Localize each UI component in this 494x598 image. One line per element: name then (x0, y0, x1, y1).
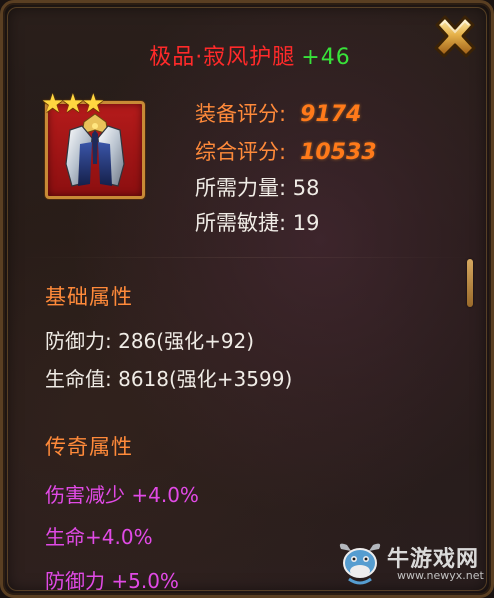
close-x-icon[interactable] (427, 11, 483, 67)
item-name: 极品·寂风护腿 (149, 45, 296, 70)
required-strength: 所需力量: 58 (195, 176, 320, 200)
equip-score-value: 9174 (300, 102, 362, 127)
required-agility: 所需敏捷: 19 (195, 211, 320, 235)
base-attribute-line: 防御力: 286(强化+92) (45, 329, 255, 353)
base-attributes-title: 基础属性 (45, 285, 133, 309)
legend-attribute-line: 防御力 +5.0% (45, 569, 179, 593)
total-score-value: 10533 (300, 140, 377, 165)
scrollbar-thumb[interactable] (467, 259, 473, 307)
base-attribute-line: 生命值: 8618(强化+3599) (45, 367, 293, 391)
legend-attribute-line: 生命+4.0% (45, 525, 153, 549)
equip-score-row: 装备评分: 9174 (195, 101, 361, 128)
site-watermark: 牛游戏网 www.newyx.net (335, 537, 485, 589)
legend-attributes-title: 传奇属性 (45, 435, 133, 459)
watermark-url: www.newyx.net (397, 569, 484, 582)
total-score-label: 综合评分: (195, 140, 287, 164)
item-enhance-level: +46 (301, 45, 351, 70)
equip-score-label: 装备评分: (195, 102, 287, 126)
cow-logo-icon (339, 543, 381, 585)
item-detail-panel: 极品·寂风护腿 +46 ★★★ 装备评分: 9174 综合评分: 10533 所… (0, 0, 494, 598)
item-title: 极品·寂风护腿 +46 (3, 39, 494, 71)
rarity-stars: ★★★ (41, 89, 105, 119)
close-button[interactable] (427, 11, 483, 67)
total-score-row: 综合评分: 10533 (195, 139, 377, 166)
legend-attribute-line: 伤害减少 +4.0% (45, 483, 199, 507)
divider (19, 257, 475, 258)
